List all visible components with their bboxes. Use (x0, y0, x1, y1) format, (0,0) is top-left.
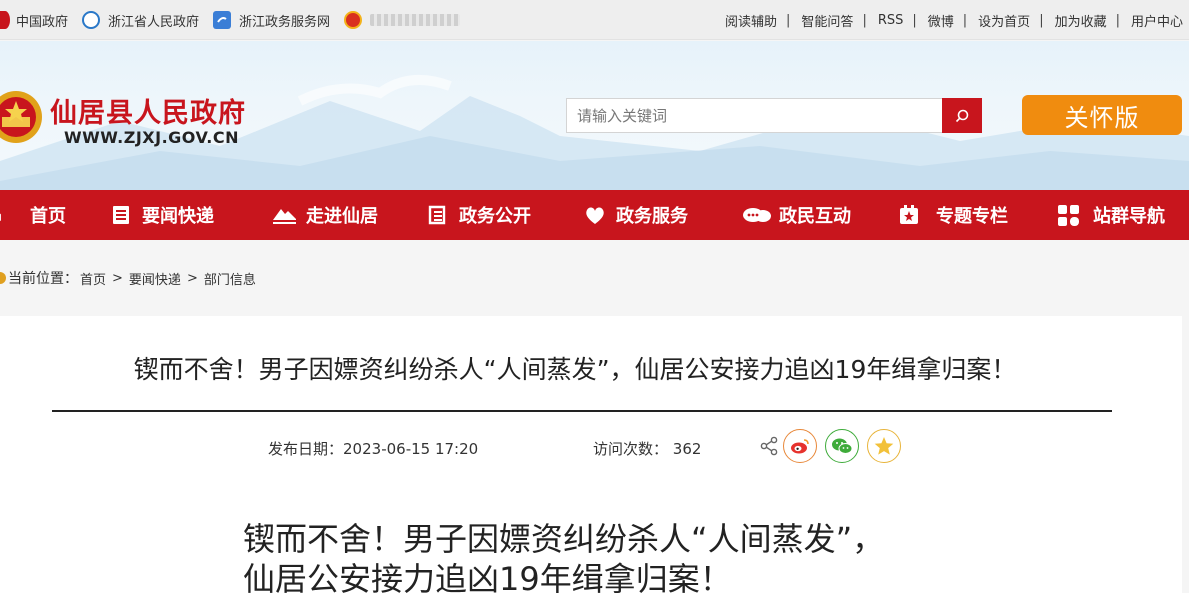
publish-date-label: 发布日期： (268, 440, 344, 458)
home-icon (0, 213, 1, 221)
nav-item-interaction[interactable]: 政民互动 (741, 190, 851, 240)
nav-item-label: 政务公开 (459, 206, 531, 227)
nav-item-service[interactable]: 政务服务 (584, 190, 688, 240)
favorite-button[interactable] (867, 429, 901, 463)
breadcrumb-home[interactable]: 首页 (80, 269, 106, 288)
breadcrumb-label: 当前位置： (8, 271, 78, 287)
separator: | (912, 12, 917, 28)
breadcrumb: 当前位置： 首页 > 要闻快递 > 部门信息 (0, 266, 256, 290)
chat-icon (743, 208, 771, 222)
link-smart-qa[interactable]: 智能问答 (801, 11, 853, 30)
link-zhejiang-service-label: 浙江政务服务网 (239, 14, 331, 30)
link-blurred[interactable] (344, 11, 461, 29)
grid-icon (1058, 205, 1079, 226)
zhejiang-service-icon (213, 11, 232, 29)
search-input[interactable] (567, 99, 942, 132)
separator: | (1039, 12, 1044, 28)
news-icon (113, 206, 129, 224)
link-china-gov[interactable]: 中国政府 (0, 11, 68, 30)
breadcrumb-separator: > (112, 270, 123, 286)
breadcrumb-dept-info[interactable]: 部门信息 (204, 269, 256, 288)
document-icon (428, 205, 446, 225)
mountain-icon (273, 209, 296, 224)
link-zhejiang-gov[interactable]: 浙江省人民政府 (82, 11, 199, 30)
visit-count: 访问次数： 362 (593, 438, 701, 459)
search-icon (955, 109, 969, 122)
main-nav: 首页 要闻快递 走进仙居 政务公开 政务服务 政民互动 专题专栏 站群导航 (0, 190, 1189, 240)
link-rss[interactable]: RSS (878, 13, 904, 28)
link-add-favorite[interactable]: 加为收藏 (1055, 11, 1107, 30)
site-url: WWW.ZJXJ.GOV.CN (64, 128, 239, 147)
nav-item-label: 政务服务 (616, 206, 688, 227)
title-divider (52, 410, 1112, 412)
star-folder-icon (900, 205, 918, 224)
nav-item-topics[interactable]: 专题专栏 (898, 190, 1008, 240)
nav-item-home[interactable]: 首页 (0, 190, 66, 240)
top-bar: 中国政府 浙江省人民政府 浙江政务服务网 阅读辅助 | 智能问答 | RSS |… (0, 0, 1189, 40)
visit-count-label: 访问次数： (593, 440, 669, 458)
top-right-links: 阅读辅助 | 智能问答 | RSS | 微博 | 设为首页 | 加为收藏 | 用… (725, 0, 1183, 40)
national-emblem-icon (0, 91, 42, 143)
share-wechat-button[interactable] (825, 429, 859, 463)
separator: | (786, 12, 791, 28)
nav-item-label: 首页 (30, 206, 66, 227)
wechat-icon (832, 438, 853, 454)
separator: | (1115, 12, 1120, 28)
top-left-links: 中国政府 浙江省人民政府 浙江政务服务网 (0, 0, 474, 40)
nav-item-site-nav[interactable]: 站群导航 (1055, 190, 1165, 240)
link-reading-assist[interactable]: 阅读辅助 (725, 11, 777, 30)
article-title: 锲而不舍！男子因嫖资纠纷杀人“人间蒸发”，仙居公安接力追凶19年缉拿归案！ (133, 355, 1017, 384)
link-china-gov-label: 中国政府 (16, 14, 69, 30)
nav-item-label: 政民互动 (779, 206, 851, 227)
publish-date: 发布日期：2023-06-15 17:20 (268, 438, 478, 459)
nav-item-label: 走进仙居 (306, 206, 378, 227)
search-button[interactable] (942, 98, 982, 133)
visit-count-value: 362 (672, 440, 702, 458)
nav-item-about[interactable]: 走进仙居 (270, 190, 378, 240)
article-body-title: 锲而不舍！男子因嫖资纠纷杀人“人间蒸发”， 仙居公安接力追凶19年缉拿归案！ (243, 519, 943, 593)
party-emblem-icon (344, 11, 363, 29)
separator: | (862, 12, 867, 28)
article-card: 锲而不舍！男子因嫖资纠纷杀人“人间蒸发”，仙居公安接力追凶19年缉拿归案！ 发布… (0, 316, 1182, 593)
national-emblem-icon (0, 11, 10, 29)
nav-item-news[interactable]: 要闻快递 (110, 190, 214, 240)
article-body-title-line-1: 锲而不舍！男子因嫖资纠纷杀人“人间蒸发”， (243, 520, 885, 558)
blurred-link-text (370, 14, 461, 26)
link-zhejiang-gov-label: 浙江省人民政府 (108, 14, 200, 30)
separator: | (962, 12, 968, 28)
link-user-center[interactable]: 用户中心 (1131, 11, 1183, 30)
nav-item-label: 专题专栏 (936, 206, 1008, 227)
share-weibo-button[interactable] (783, 429, 817, 463)
site-title: 仙居县人民政府 (50, 98, 246, 129)
breadcrumb-separator: > (186, 270, 198, 286)
zhejiang-gov-icon (82, 11, 101, 29)
link-weibo[interactable]: 微博 (928, 11, 954, 30)
link-zhejiang-service[interactable]: 浙江政务服务网 (213, 11, 330, 30)
breadcrumb-news[interactable]: 要闻快递 (129, 269, 181, 288)
share-icon[interactable] (760, 436, 778, 456)
weibo-icon (791, 439, 809, 454)
nav-item-open-gov[interactable]: 政务公开 (427, 190, 531, 240)
star-icon (874, 437, 894, 455)
location-icon (0, 272, 6, 284)
search-box (566, 98, 982, 133)
care-version-button[interactable]: 关怀版 (1022, 95, 1182, 135)
article-body-title-line-2: 仙居公安接力追凶19年缉拿归案！ (243, 560, 732, 593)
publish-date-value: 2023-06-15 17:20 (343, 440, 479, 458)
link-set-homepage[interactable]: 设为首页 (978, 11, 1030, 30)
nav-item-label: 要闻快递 (142, 206, 214, 227)
heart-icon (586, 207, 604, 224)
site-header: 仙居县人民政府 WWW.ZJXJ.GOV.CN 关怀版 (0, 41, 1189, 190)
nav-item-label: 站群导航 (1093, 206, 1165, 227)
